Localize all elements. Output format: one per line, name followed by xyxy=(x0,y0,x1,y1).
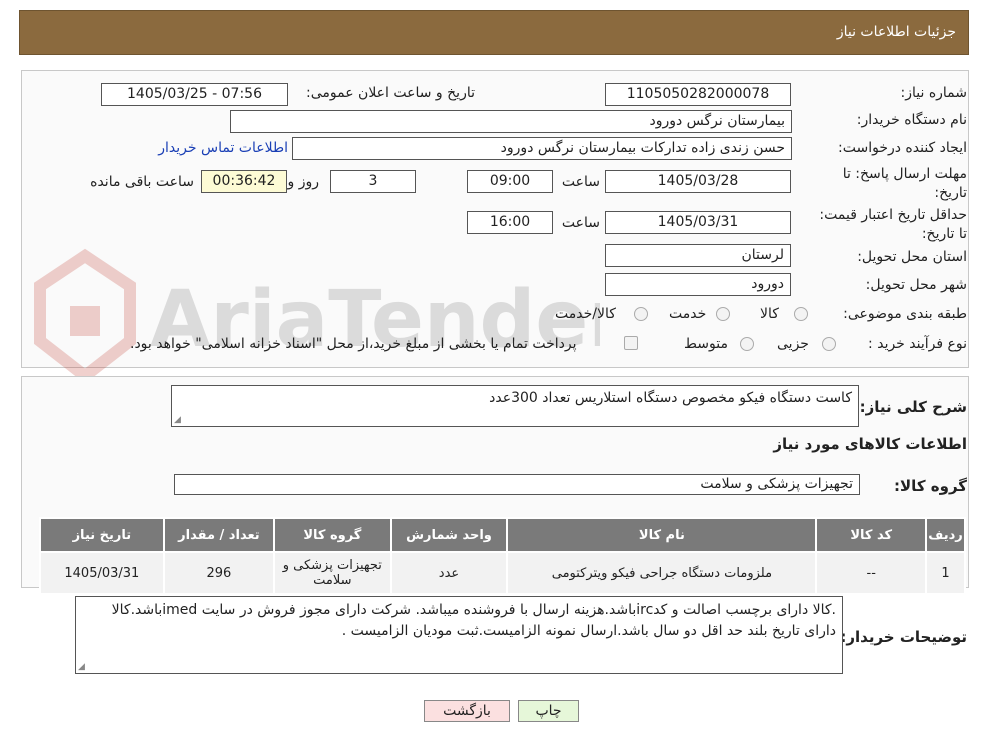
col-item-name: نام کالا xyxy=(506,517,818,553)
goods-group-field: تجهیزات پزشکی و سلامت xyxy=(174,474,860,495)
process-medium-radio[interactable] xyxy=(740,337,754,351)
time-remaining-field: 00:36:42 xyxy=(201,170,287,193)
col-item-code: کد کالا xyxy=(815,517,928,553)
days-label: روز و xyxy=(287,174,320,190)
price-validity-label: حداقل تاریخ اعتبار قیمت: تا تاریخ: xyxy=(819,207,967,242)
city-field: دورود xyxy=(605,273,791,296)
buyer-notes-line-1: .کالا دارای برچسب اصالت و کدircباشد.هزین… xyxy=(111,602,836,618)
ariatender-watermark-logo: AriaTender.neT xyxy=(34,248,600,384)
cell-item-code: -- xyxy=(815,551,928,595)
deadline-label: مهلت ارسال پاسخ: تا تاریخ: xyxy=(842,166,967,201)
treasury-payment-note: پرداخت تمام یا بخشی از مبلغ خرید،از محل … xyxy=(130,336,577,352)
deadline-date-field: 1405/03/28 xyxy=(605,170,791,193)
need-description-label: شرح کلی نیاز: xyxy=(859,398,967,416)
need-number-field: 1105050282000078 xyxy=(605,83,791,106)
process-type-label: نوع فرآیند خرید : xyxy=(868,336,967,352)
buyer-org-label: نام دستگاه خریدار: xyxy=(856,112,967,128)
table-header-row: ردیف کد کالا نام کالا واحد شمارش گروه کا… xyxy=(39,517,966,553)
cell-quantity: 296 xyxy=(162,551,276,595)
cell-unit: عدد xyxy=(389,551,509,595)
table-row: 1 -- ملزومات دستگاه جراحی فیکو ویترکتومی… xyxy=(39,551,966,595)
price-validity-time-field: 16:00 xyxy=(467,211,553,234)
back-button[interactable]: بازگشت xyxy=(424,700,510,722)
city-label: شهر محل تحویل: xyxy=(865,277,967,293)
buyer-notes-line-2: دارای تاریخ بلند حد اقل دو سال باشد.ارسا… xyxy=(341,623,836,639)
deadline-time-field: 09:00 xyxy=(467,170,553,193)
col-quantity: تعداد / مقدار xyxy=(162,517,276,553)
announce-label: تاریخ و ساعت اعلان عمومی: xyxy=(306,85,475,101)
col-row-number: ردیف xyxy=(925,517,966,553)
need-description-text: کاست دستگاه فیکو مخصوص دستگاه استلاریس ت… xyxy=(489,390,852,406)
category-goods-label: کالا xyxy=(760,306,779,322)
category-service-label: خدمت xyxy=(669,306,707,322)
category-goods-service-radio[interactable] xyxy=(634,307,648,321)
resize-handle-icon[interactable]: ◢ xyxy=(174,416,182,425)
cell-row-number: 1 xyxy=(925,551,966,595)
price-validity-time-label: ساعت xyxy=(561,215,600,231)
category-goods-service-label: کالا/خدمت xyxy=(555,306,616,322)
need-description-field: کاست دستگاه فیکو مخصوص دستگاه استلاریس ت… xyxy=(171,385,859,427)
category-goods-radio[interactable] xyxy=(794,307,808,321)
category-label: طبقه بندی موضوعی: xyxy=(843,306,967,322)
page-title: جزئیات اطلاعات نیاز xyxy=(836,24,956,40)
process-minor-label: جزیی xyxy=(777,336,809,352)
goods-section-title: اطلاعات کالاهای مورد نیاز xyxy=(773,435,967,453)
process-medium-label: متوسط xyxy=(684,336,728,352)
col-item-group: گروه کالا xyxy=(273,517,392,553)
cell-item-group: تجهیزات پزشکی و سلامت xyxy=(273,551,392,595)
items-table: ردیف کد کالا نام کالا واحد شمارش گروه کا… xyxy=(39,517,966,595)
days-remaining-field: 3 xyxy=(330,170,416,193)
province-label: استان محل تحویل: xyxy=(857,249,967,265)
col-need-date: تاریخ نیاز xyxy=(39,517,165,553)
buyer-notes-field: .کالا دارای برچسب اصالت و کدircباشد.هزین… xyxy=(75,596,843,674)
col-unit: واحد شمارش xyxy=(389,517,509,553)
creator-label: ایجاد کننده درخواست: xyxy=(838,140,967,156)
cell-item-name: ملزومات دستگاه جراحی فیکو ویترکتومی xyxy=(506,551,818,595)
buyer-org-field: بیمارستان نرگس دورود xyxy=(230,110,792,133)
price-validity-date-field: 1405/03/31 xyxy=(605,211,791,234)
announce-datetime-field: 1405/03/25 - 07:56 xyxy=(101,83,288,106)
page-header: جزئیات اطلاعات نیاز xyxy=(19,10,969,55)
process-minor-radio[interactable] xyxy=(822,337,836,351)
treasury-payment-checkbox[interactable] xyxy=(624,336,638,350)
buyer-notes-label: توضیحات خریدار: xyxy=(840,628,967,646)
category-service-radio[interactable] xyxy=(716,307,730,321)
creator-field: حسن زندی زاده تدارکات بیمارستان نرگس دور… xyxy=(292,137,792,160)
deadline-time-label: ساعت xyxy=(561,174,600,190)
need-number-label: شماره نیاز: xyxy=(900,85,968,101)
print-button[interactable]: چاپ xyxy=(518,700,579,722)
cell-need-date: 1405/03/31 xyxy=(39,551,165,595)
province-field: لرستان xyxy=(605,244,791,267)
time-remaining-label: ساعت باقی مانده xyxy=(90,174,194,190)
buyer-contact-link[interactable]: اطلاعات تماس خریدار xyxy=(158,140,288,156)
resize-handle-icon[interactable]: ◢ xyxy=(78,663,86,672)
goods-group-label: گروه کالا: xyxy=(894,477,967,495)
